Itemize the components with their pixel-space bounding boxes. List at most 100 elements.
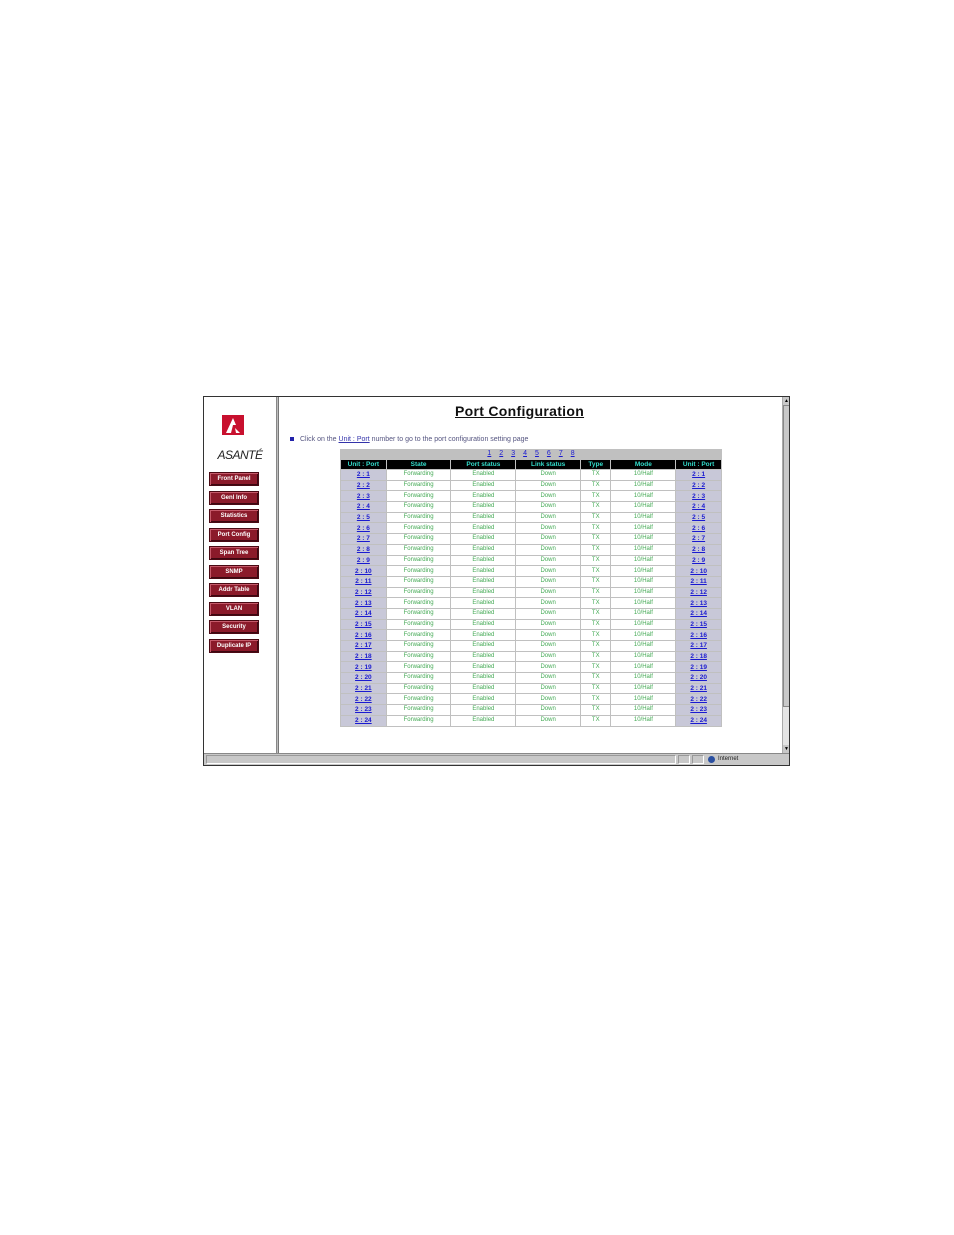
port-table: Unit : Port State Port status Link status Ty… xyxy=(340,459,722,727)
port-link[interactable]: 2 : 11 xyxy=(675,575,722,588)
vertical-scrollbar[interactable]: ▲ ▼ xyxy=(782,397,789,753)
port-link[interactable]: 2 : 9 xyxy=(340,554,387,567)
port-link[interactable]: 2 : 22 xyxy=(340,693,387,706)
status-message-pane xyxy=(206,755,676,764)
unit-page-link[interactable]: 8 xyxy=(571,450,575,457)
port-link[interactable]: 2 : 5 xyxy=(675,511,722,524)
port-link[interactable]: 2 : 22 xyxy=(675,693,722,706)
table-cell: 10/Half xyxy=(610,575,677,588)
port-link[interactable]: 2 : 7 xyxy=(675,533,722,545)
nav-button-port-config[interactable]: Port Config xyxy=(209,527,259,542)
port-link[interactable]: 2 : 16 xyxy=(340,629,387,641)
table-row: 2 : 20 Forwarding Enabled Down TX 10/Half 2 : … xyxy=(340,672,722,684)
port-link[interactable]: 2 : 8 xyxy=(675,543,722,556)
unit-page-link[interactable]: 4 xyxy=(523,450,527,457)
main-content: Port Configuration Click on the Unit : P… xyxy=(280,397,782,753)
scroll-thumb[interactable] xyxy=(783,405,789,707)
port-link[interactable]: 2 : 1 xyxy=(675,469,722,481)
port-link[interactable]: 2 : 19 xyxy=(675,661,722,674)
table-row: 2 : 23 Forwarding Enabled Down TX 10/Half 2 : … xyxy=(340,704,722,716)
port-link[interactable]: 2 : 16 xyxy=(675,629,722,641)
table-cell: TX xyxy=(580,511,612,524)
port-link[interactable]: 2 : 23 xyxy=(675,704,722,716)
port-link[interactable]: 2 : 13 xyxy=(340,597,387,609)
unit-page-link[interactable]: 5 xyxy=(535,450,539,457)
scroll-up-arrow-icon[interactable]: ▲ xyxy=(783,397,789,405)
table-cell: Enabled xyxy=(450,629,517,641)
table-cell: TX xyxy=(580,661,612,674)
port-link[interactable]: 2 : 15 xyxy=(340,618,387,631)
port-link[interactable]: 2 : 10 xyxy=(675,565,722,577)
scroll-down-arrow-icon[interactable]: ▼ xyxy=(783,745,789,753)
unit-page-link[interactable]: 2 xyxy=(499,450,503,457)
port-link[interactable]: 2 : 17 xyxy=(675,640,722,652)
column-header: Unit : Port xyxy=(675,459,722,470)
nav-button-addr-table[interactable]: Addr Table xyxy=(209,583,259,597)
port-link[interactable]: 2 : 12 xyxy=(340,586,387,599)
unit-page-link[interactable]: 7 xyxy=(559,450,563,457)
port-link[interactable]: 2 : 2 xyxy=(340,479,387,492)
table-row: 2 : 1 Forwarding Enabled Down TX 10/Half 2 : 1 xyxy=(340,469,722,481)
port-link[interactable]: 2 : 12 xyxy=(675,586,722,599)
table-cell: Enabled xyxy=(450,693,517,706)
port-link[interactable]: 2 : 3 xyxy=(340,490,387,503)
port-link[interactable]: 2 : 24 xyxy=(675,714,722,727)
port-link[interactable]: 2 : 14 xyxy=(340,607,387,620)
port-link[interactable]: 2 : 11 xyxy=(340,575,387,588)
nav-button-vlan[interactable]: VLAN xyxy=(209,601,259,616)
port-link[interactable]: 2 : 17 xyxy=(340,640,387,652)
port-link[interactable]: 2 : 21 xyxy=(340,682,387,695)
port-link[interactable]: 2 : 1 xyxy=(340,469,387,481)
table-row: 2 : 2 Forwarding Enabled Down TX 10/Half 2 : 2 xyxy=(340,479,722,492)
browser-window: ASANTÉ Front Panel Genl Info Statistics Por… xyxy=(203,396,790,766)
port-link[interactable]: 2 : 6 xyxy=(675,522,722,535)
port-link[interactable]: 2 : 18 xyxy=(340,650,387,663)
port-link[interactable]: 2 : 4 xyxy=(340,501,387,513)
unit-page-link[interactable]: 3 xyxy=(511,450,515,457)
port-link[interactable]: 2 : 18 xyxy=(675,650,722,663)
table-cell: Forwarding xyxy=(385,682,452,695)
nav-button-genl-info[interactable]: Genl Info xyxy=(209,490,259,505)
port-link[interactable]: 2 : 19 xyxy=(340,661,387,674)
port-link[interactable]: 2 : 2 xyxy=(675,479,722,492)
port-link[interactable]: 2 : 3 xyxy=(675,490,722,503)
table-cell: Down xyxy=(515,693,582,706)
nav-button-front-panel[interactable]: Front Panel xyxy=(209,472,259,486)
table-cell: Down xyxy=(515,543,582,556)
nav-button-snmp[interactable]: SNMP xyxy=(209,564,259,579)
table-row: 2 : 13 Forwarding Enabled Down TX 10/Half 2 : … xyxy=(340,597,722,609)
port-link[interactable]: 2 : 14 xyxy=(675,607,722,620)
port-link[interactable]: 2 : 20 xyxy=(340,672,387,684)
nav-button-security[interactable]: Security xyxy=(209,620,259,634)
port-link[interactable]: 2 : 7 xyxy=(340,533,387,545)
nav-button-duplicate-ip[interactable]: Duplicate IP xyxy=(209,638,259,653)
port-link[interactable]: 2 : 10 xyxy=(340,565,387,577)
port-link[interactable]: 2 : 23 xyxy=(340,704,387,716)
port-link[interactable]: 2 : 21 xyxy=(675,682,722,695)
nav-button-statistics[interactable]: Statistics xyxy=(209,509,259,523)
table-cell: 10/Half xyxy=(610,618,677,631)
table-cell: Down xyxy=(515,469,582,481)
port-link[interactable]: 2 : 8 xyxy=(340,543,387,556)
port-link[interactable]: 2 : 13 xyxy=(675,597,722,609)
port-link[interactable]: 2 : 24 xyxy=(340,714,387,727)
port-link[interactable]: 2 : 4 xyxy=(675,501,722,513)
port-link[interactable]: 2 : 15 xyxy=(675,618,722,631)
unit-page-link[interactable]: 6 xyxy=(547,450,551,457)
table-cell: Down xyxy=(515,565,582,577)
table-cell: TX xyxy=(580,640,612,652)
nav-button-span-tree[interactable]: Span Tree xyxy=(209,546,259,560)
table-cell: 10/Half xyxy=(610,543,677,556)
port-link[interactable]: 2 : 5 xyxy=(340,511,387,524)
port-link[interactable]: 2 : 9 xyxy=(675,554,722,567)
table-cell: Enabled xyxy=(450,575,517,588)
table-cell: 10/Half xyxy=(610,479,677,492)
unit-page-link[interactable]: 1 xyxy=(487,450,491,457)
frame-divider[interactable] xyxy=(276,397,279,753)
port-link[interactable]: 2 : 6 xyxy=(340,522,387,535)
table-cell: 10/Half xyxy=(610,490,677,503)
port-link[interactable]: 2 : 20 xyxy=(675,672,722,684)
table-cell: 10/Half xyxy=(610,629,677,641)
table-cell: Down xyxy=(515,682,582,695)
table-cell: Enabled xyxy=(450,565,517,577)
